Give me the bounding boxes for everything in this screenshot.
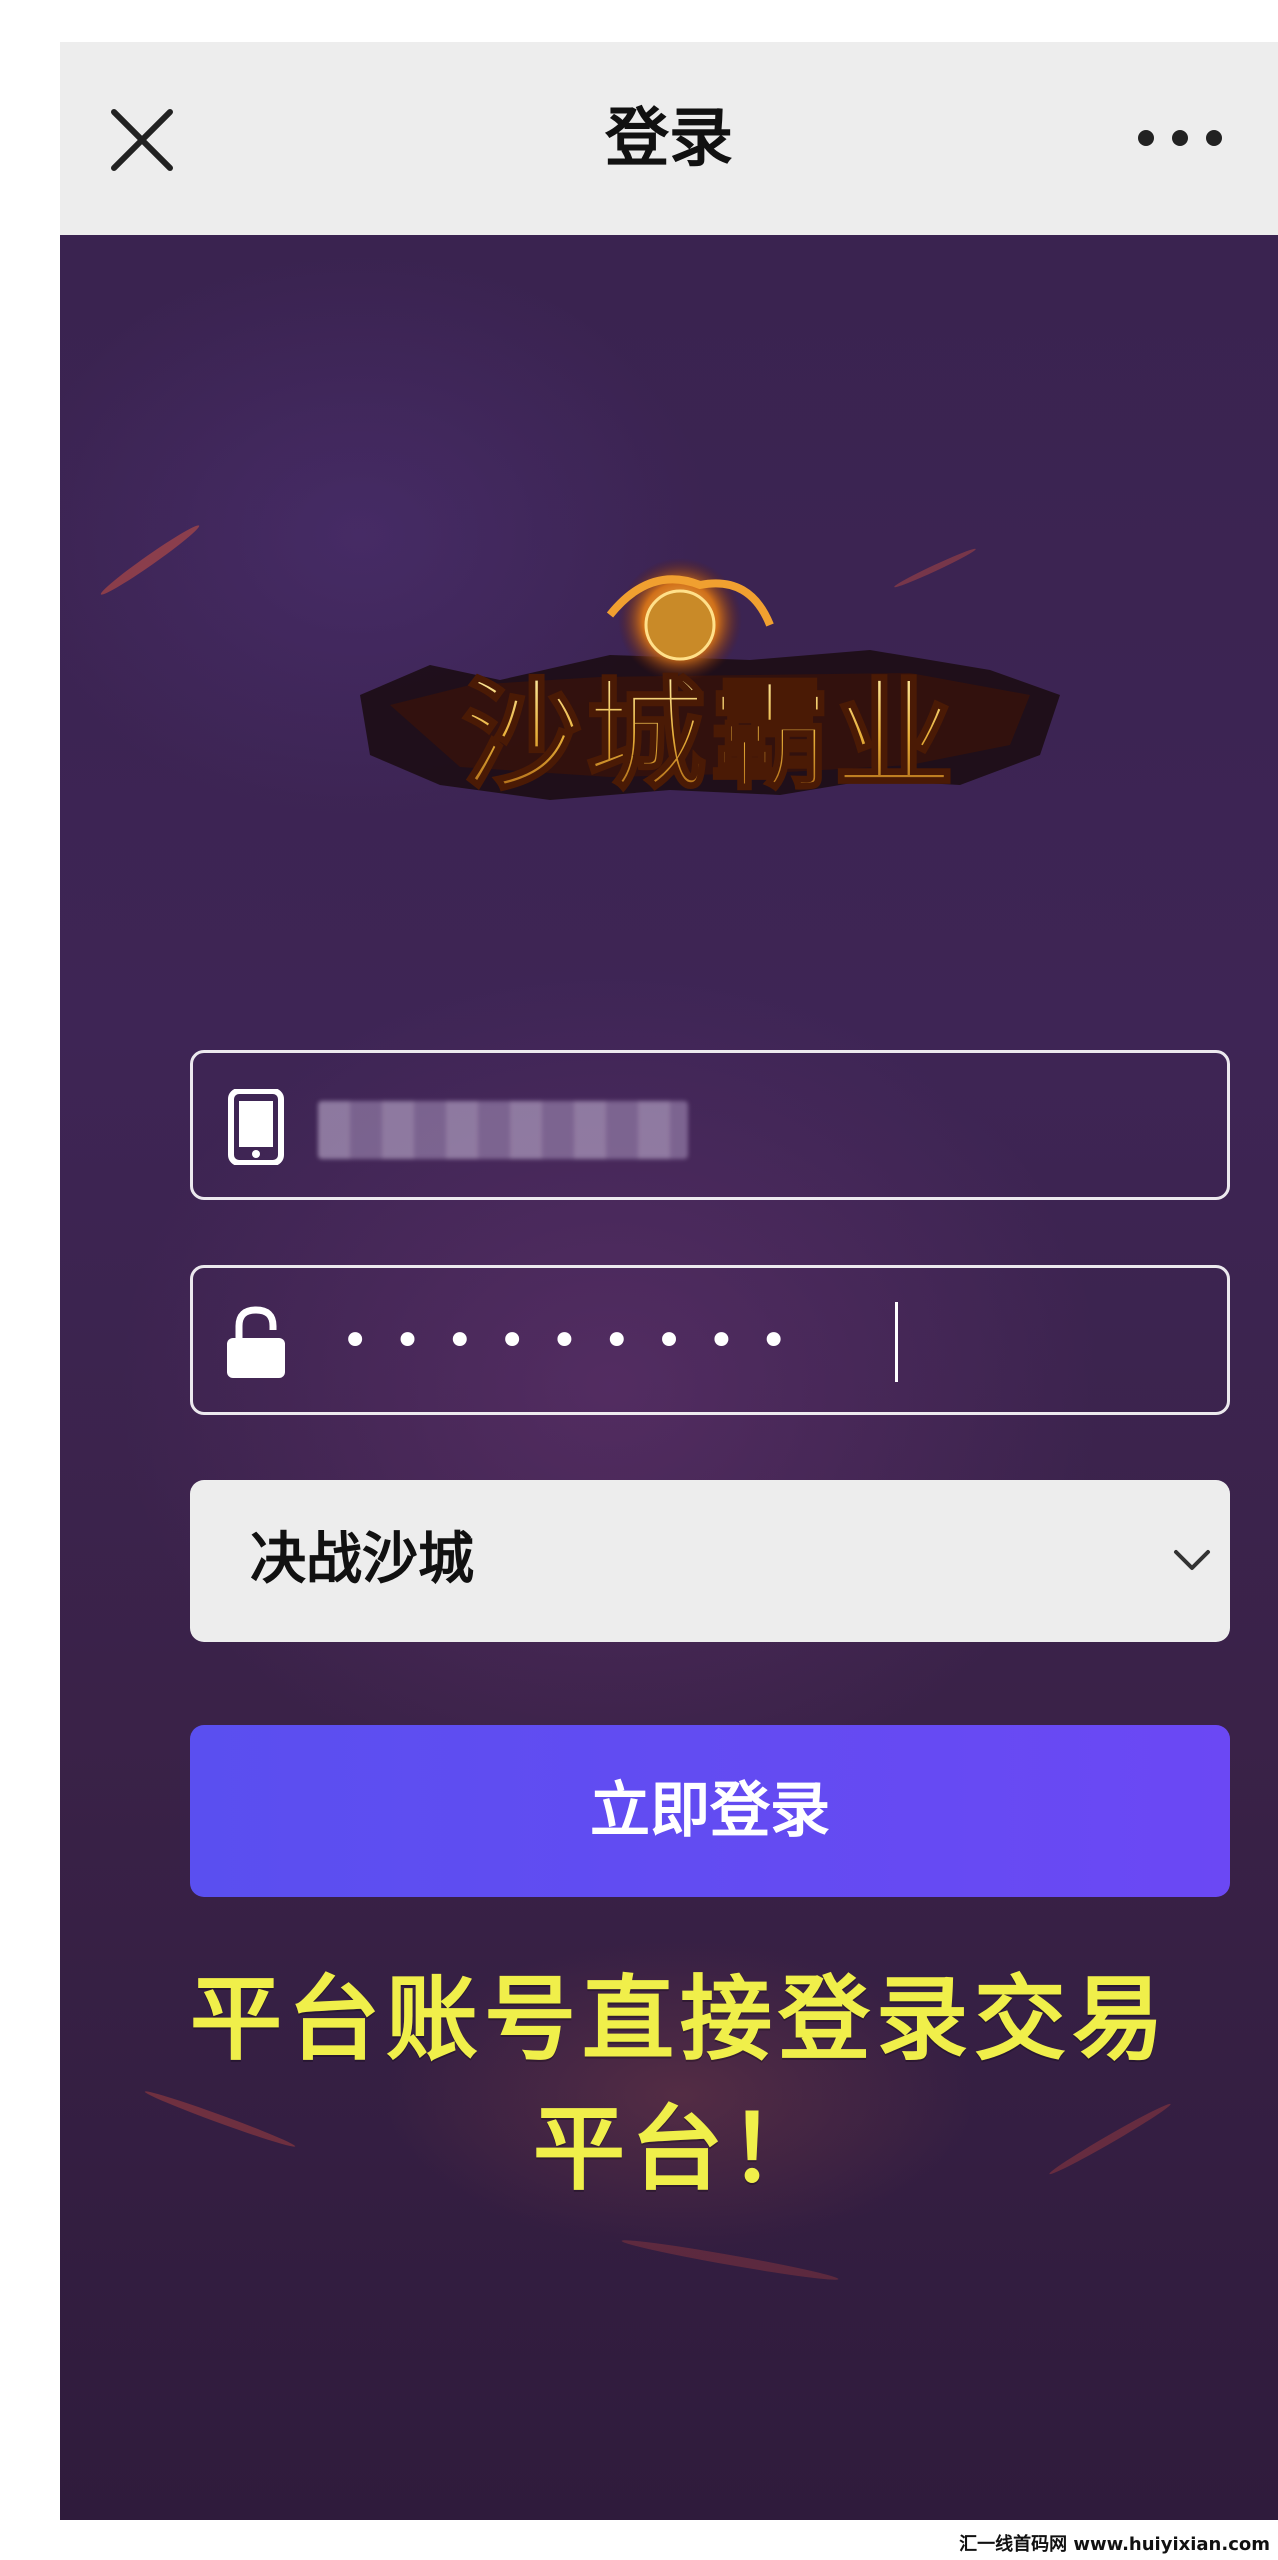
nav-bar: 登录 bbox=[60, 42, 1278, 235]
game-logo: 沙城霸业 bbox=[350, 545, 1070, 885]
page-title: 登录 bbox=[605, 102, 733, 176]
phone-value-blurred bbox=[318, 1101, 688, 1159]
chevron-down-icon bbox=[1174, 1550, 1210, 1570]
server-select[interactable]: 决战沙城 bbox=[190, 1480, 1230, 1642]
svg-text:沙城霸业: 沙城霸业 bbox=[462, 665, 958, 806]
server-selected-value: 决战沙城 bbox=[250, 1527, 474, 1592]
game-login-view: 沙城霸业 ••••••••• 决战沙城 立即登录 平台账号直接登录交易平台！ bbox=[60, 235, 1278, 2520]
lock-icon bbox=[225, 1304, 287, 1380]
more-button[interactable] bbox=[1132, 114, 1228, 162]
login-button[interactable]: 立即登录 bbox=[190, 1725, 1230, 1897]
promo-caption: 平台账号直接登录交易平台！ bbox=[189, 1966, 1170, 2203]
watermark: 汇一线首码网 www.huiyixian.com bbox=[959, 2534, 1270, 2555]
more-icon bbox=[1138, 130, 1222, 146]
ember-decoration bbox=[97, 521, 203, 599]
phone-field[interactable] bbox=[190, 1050, 1230, 1200]
phone-icon bbox=[225, 1088, 287, 1166]
text-caret bbox=[895, 1302, 898, 1382]
mini-program-frame: 登录 沙城霸业 ••••••••• 决战沙城 立即登录 平台账号直接登录交易平台… bbox=[60, 42, 1278, 2520]
ember-decoration bbox=[620, 2235, 840, 2285]
password-mask: ••••••••• bbox=[341, 1313, 812, 1369]
password-field[interactable]: ••••••••• bbox=[190, 1265, 1230, 1415]
